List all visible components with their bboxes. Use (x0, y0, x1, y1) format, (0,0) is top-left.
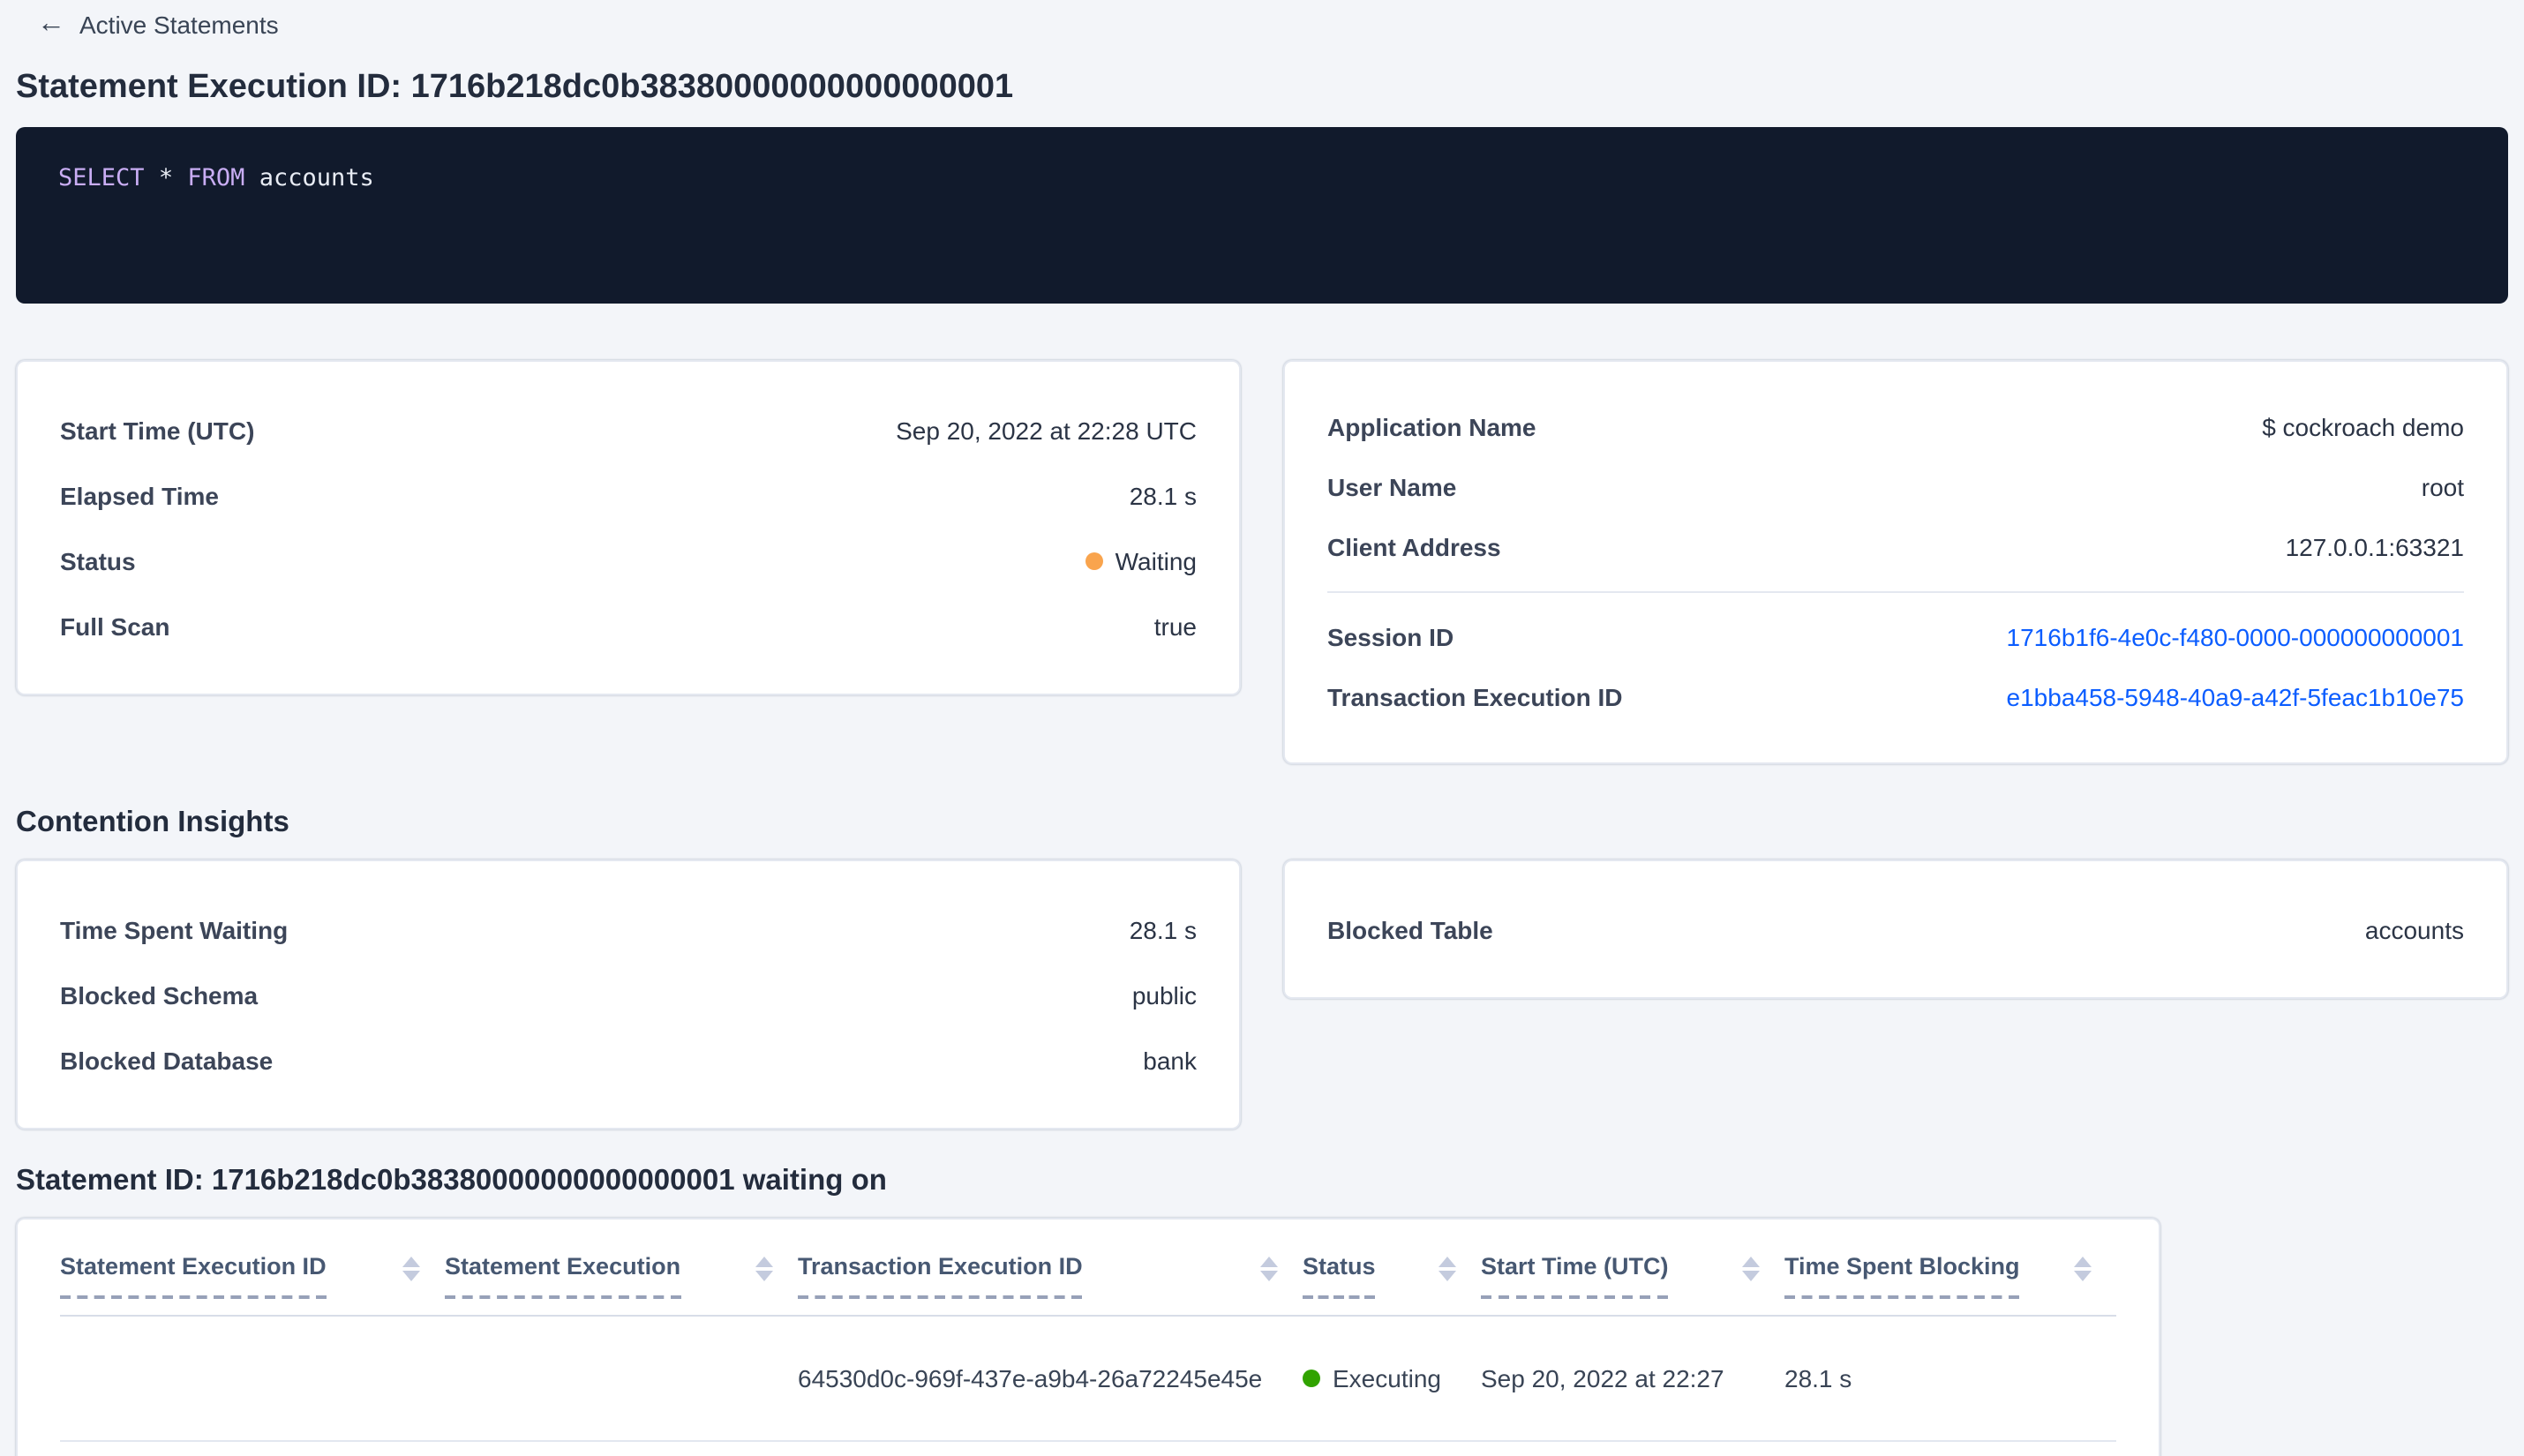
detail-value: accounts (2364, 915, 2464, 943)
sql-keyword-select: SELECT (58, 164, 145, 192)
session-id-link[interactable]: 1716b1f6-4e0c-f480-0000-000000000001 (2007, 623, 2464, 651)
detail-row-start-time: Start Time (UTC) Sep 20, 2022 at 22:28 U… (60, 397, 1197, 462)
sort-icon (1260, 1257, 1278, 1281)
detail-row-blocked-schema: Blocked Schema public (60, 962, 1197, 1027)
detail-label: Start Time (UTC) (60, 416, 255, 444)
table-row: 64530d0c-969f-437e-a9b4-26a72245e45e Exe… (60, 1317, 2116, 1442)
execution-details-card-right: Application Name $ cockroach demo User N… (1283, 360, 2508, 764)
detail-value: public (1131, 980, 1197, 1009)
column-header-statement-execution-id[interactable]: Statement Execution ID (60, 1251, 445, 1299)
status-text: Waiting (1115, 546, 1197, 574)
column-header-transaction-execution-id[interactable]: Transaction Execution ID (798, 1251, 1303, 1299)
detail-row-client-address: Client Address 127.0.0.1:63321 (1327, 517, 2464, 577)
status-dot-executing (1303, 1370, 1320, 1387)
sql-statement-box: SELECT * FROM accounts (16, 127, 2508, 304)
status-value: Executing (1303, 1364, 1441, 1392)
detail-value: $ cockroach demo (2262, 413, 2464, 441)
contention-insights-section: Time Spent Waiting 28.1 s Blocked Schema… (16, 859, 2508, 1130)
back-link-active-statements[interactable]: ← Active Statements (37, 7, 279, 42)
detail-value: Sep 20, 2022 at 22:28 UTC (896, 416, 1197, 444)
detail-value: 28.1 s (1129, 915, 1197, 943)
statement-execution-page: ← Active Statements Statement Execution … (0, 0, 2524, 1456)
viewport: ← Active Statements Statement Execution … (0, 0, 2524, 1456)
execution-details-card-left: Start Time (UTC) Sep 20, 2022 at 22:28 U… (16, 360, 1241, 695)
sort-icon (1742, 1257, 1760, 1281)
contention-card-left: Time Spent Waiting 28.1 s Blocked Schema… (16, 859, 1241, 1130)
detail-row-blocked-database: Blocked Database bank (60, 1027, 1197, 1092)
contention-card-right: Blocked Table accounts (1283, 859, 2508, 999)
column-header-statement-execution[interactable]: Statement Execution (445, 1251, 798, 1299)
status-value: Waiting (1085, 546, 1197, 574)
detail-value: root (2421, 473, 2464, 501)
card-divider (1327, 591, 2464, 593)
detail-label: Client Address (1327, 533, 1501, 561)
waiting-on-table: Statement Execution ID Statement Executi… (16, 1218, 2160, 1456)
detail-label: Full Scan (60, 612, 170, 640)
status-text: Executing (1333, 1364, 1441, 1392)
detail-label: Status (60, 546, 136, 574)
contention-insights-heading: Contention Insights (16, 807, 289, 838)
detail-label: Blocked Database (60, 1046, 274, 1074)
sql-table-name: accounts (259, 164, 374, 192)
cell-time-spent-blocking: 28.1 s (1784, 1364, 1852, 1392)
column-header-start-time[interactable]: Start Time (UTC) (1481, 1251, 1784, 1299)
sort-icon (2074, 1257, 2092, 1281)
execution-details-section: Start Time (UTC) Sep 20, 2022 at 22:28 U… (16, 360, 2508, 764)
column-label: Start Time (UTC) (1481, 1251, 1669, 1299)
detail-label: Blocked Schema (60, 980, 259, 1009)
back-link-label: Active Statements (79, 11, 279, 39)
detail-row-transaction-execution-id: Transaction Execution ID e1bba458-5948-4… (1327, 667, 2464, 727)
detail-label: Time Spent Waiting (60, 915, 289, 943)
column-header-status[interactable]: Status (1303, 1251, 1481, 1299)
detail-row-blocked-table: Blocked Table accounts (1327, 897, 2464, 962)
table-header-row: Statement Execution ID Statement Executi… (60, 1220, 2116, 1317)
cell-transaction-execution-id: 64530d0c-969f-437e-a9b4-26a72245e45e (798, 1364, 1263, 1392)
detail-label: User Name (1327, 473, 1457, 501)
detail-row-user-name: User Name root (1327, 457, 2464, 517)
column-label: Status (1303, 1251, 1376, 1299)
detail-row-session-id: Session ID 1716b1f6-4e0c-f480-0000-00000… (1327, 607, 2464, 667)
cell-status: Executing (1303, 1364, 1481, 1392)
sql-star: * (158, 164, 174, 192)
detail-row-full-scan: Full Scan true (60, 593, 1197, 658)
cell-start-time: Sep 20, 2022 at 22:27 (1481, 1364, 1724, 1392)
waiting-on-heading: Statement ID: 1716b218dc0b38380000000000… (16, 1165, 887, 1197)
detail-value: true (1153, 612, 1197, 640)
detail-label: Session ID (1327, 623, 1454, 651)
detail-value: bank (1143, 1046, 1197, 1074)
sort-icon (1439, 1257, 1456, 1281)
detail-label: Elapsed Time (60, 481, 220, 509)
column-label: Statement Execution (445, 1251, 681, 1299)
detail-value: 28.1 s (1129, 481, 1197, 509)
sort-icon (755, 1257, 773, 1281)
detail-row-elapsed-time: Elapsed Time 28.1 s (60, 462, 1197, 528)
detail-row-application-name: Application Name $ cockroach demo (1327, 397, 2464, 457)
page-title: Statement Execution ID: 1716b218dc0b3838… (16, 69, 1014, 106)
detail-label: Transaction Execution ID (1327, 683, 1623, 711)
transaction-execution-id-link[interactable]: e1bba458-5948-40a9-a42f-5feac1b10e75 (2007, 683, 2464, 711)
column-header-time-spent-blocking[interactable]: Time Spent Blocking (1784, 1251, 2116, 1299)
detail-row-time-spent-waiting: Time Spent Waiting 28.1 s (60, 897, 1197, 962)
sql-keyword-from: FROM (187, 164, 245, 192)
arrow-left-icon: ← (37, 9, 65, 39)
sort-icon (402, 1257, 420, 1281)
column-label: Transaction Execution ID (798, 1251, 1083, 1299)
column-label: Time Spent Blocking (1784, 1251, 2020, 1299)
detail-value: 127.0.0.1:63321 (2285, 533, 2464, 561)
detail-label: Blocked Table (1327, 915, 1493, 943)
status-dot-waiting (1085, 552, 1103, 569)
detail-label: Application Name (1327, 413, 1536, 441)
column-label: Statement Execution ID (60, 1251, 327, 1299)
detail-row-status: Status Waiting (60, 528, 1197, 593)
